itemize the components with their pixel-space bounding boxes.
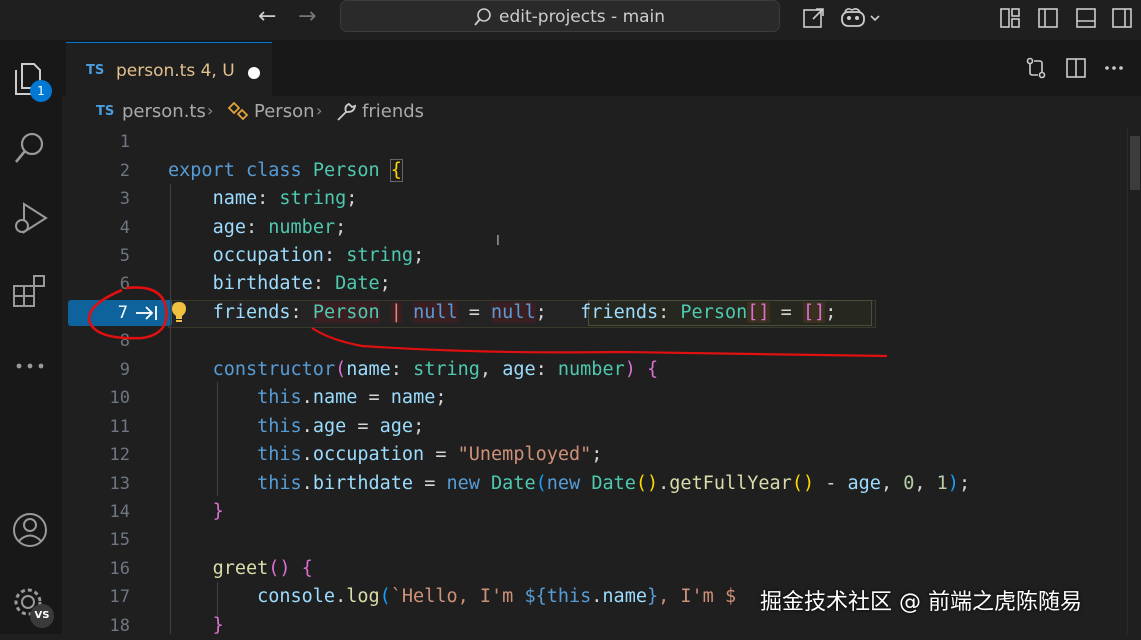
typescript-icon: TS <box>86 63 105 78</box>
scrollbar-thumb[interactable] <box>1130 136 1140 190</box>
command-center[interactable]: edit-projects - main <box>340 0 780 32</box>
watermark: 掘金技术社区 @ 前端之虎陈随易 <box>760 590 1082 615</box>
tab-person-ts[interactable]: TS person.ts 4, U <box>66 42 272 96</box>
copilot-icon[interactable] <box>840 6 884 30</box>
annotation-circle <box>87 286 168 340</box>
annotation-overlay <box>87 286 888 358</box>
toggle-secondary-sidebar-icon[interactable] <box>1110 6 1134 30</box>
split-editor-icon[interactable] <box>1064 56 1088 80</box>
more-icon[interactable] <box>10 346 50 386</box>
wrench-icon <box>337 102 357 121</box>
chevron-right-icon: › <box>316 101 323 120</box>
explorer-badge: 1 <box>30 80 52 102</box>
tab-label: person.ts 4, U <box>116 61 235 81</box>
forward-arrow-icon[interactable]: → <box>298 4 316 29</box>
vertical-scrollbar[interactable] <box>1127 128 1141 634</box>
compare-changes-icon[interactable] <box>1024 56 1048 80</box>
open-external-icon[interactable] <box>802 6 826 30</box>
toggle-panel-icon[interactable] <box>1074 6 1098 30</box>
more-actions-icon[interactable] <box>1102 56 1126 80</box>
unsaved-dot-icon[interactable] <box>248 67 260 79</box>
chevron-right-icon: › <box>207 101 214 120</box>
customize-layout-icon[interactable] <box>998 6 1022 30</box>
activity-bar: 1 VS <box>0 40 62 634</box>
title-bar: ← → edit-projects - main <box>0 0 1141 40</box>
toggle-primary-sidebar-icon[interactable] <box>1036 6 1060 30</box>
breadcrumb: TS person.ts › Person › friends <box>62 96 1141 128</box>
typescript-icon: TS <box>96 104 115 119</box>
run-and-debug-icon[interactable] <box>10 198 50 238</box>
code-editor[interactable]: 1 2 3 4 5 6 7 8 9 10 11 12 13 14 15 16 17 18 export class… <box>62 128 1141 636</box>
class-icon <box>227 101 249 121</box>
command-center-text: edit-projects - main <box>499 7 666 27</box>
breadcrumb-member[interactable]: friends <box>362 101 424 122</box>
breadcrumb-class[interactable]: Person <box>254 101 315 122</box>
back-arrow-icon[interactable]: ← <box>258 4 276 29</box>
accounts-icon[interactable] <box>10 510 50 550</box>
breadcrumb-file[interactable]: person.ts <box>122 101 206 122</box>
search-icon[interactable] <box>10 128 50 168</box>
extensions-icon[interactable] <box>10 272 50 312</box>
tab-bar: TS person.ts 4, U <box>62 40 1141 96</box>
search-icon <box>474 8 491 26</box>
annotation-underline <box>311 327 888 358</box>
vs-badge: VS <box>30 604 54 628</box>
